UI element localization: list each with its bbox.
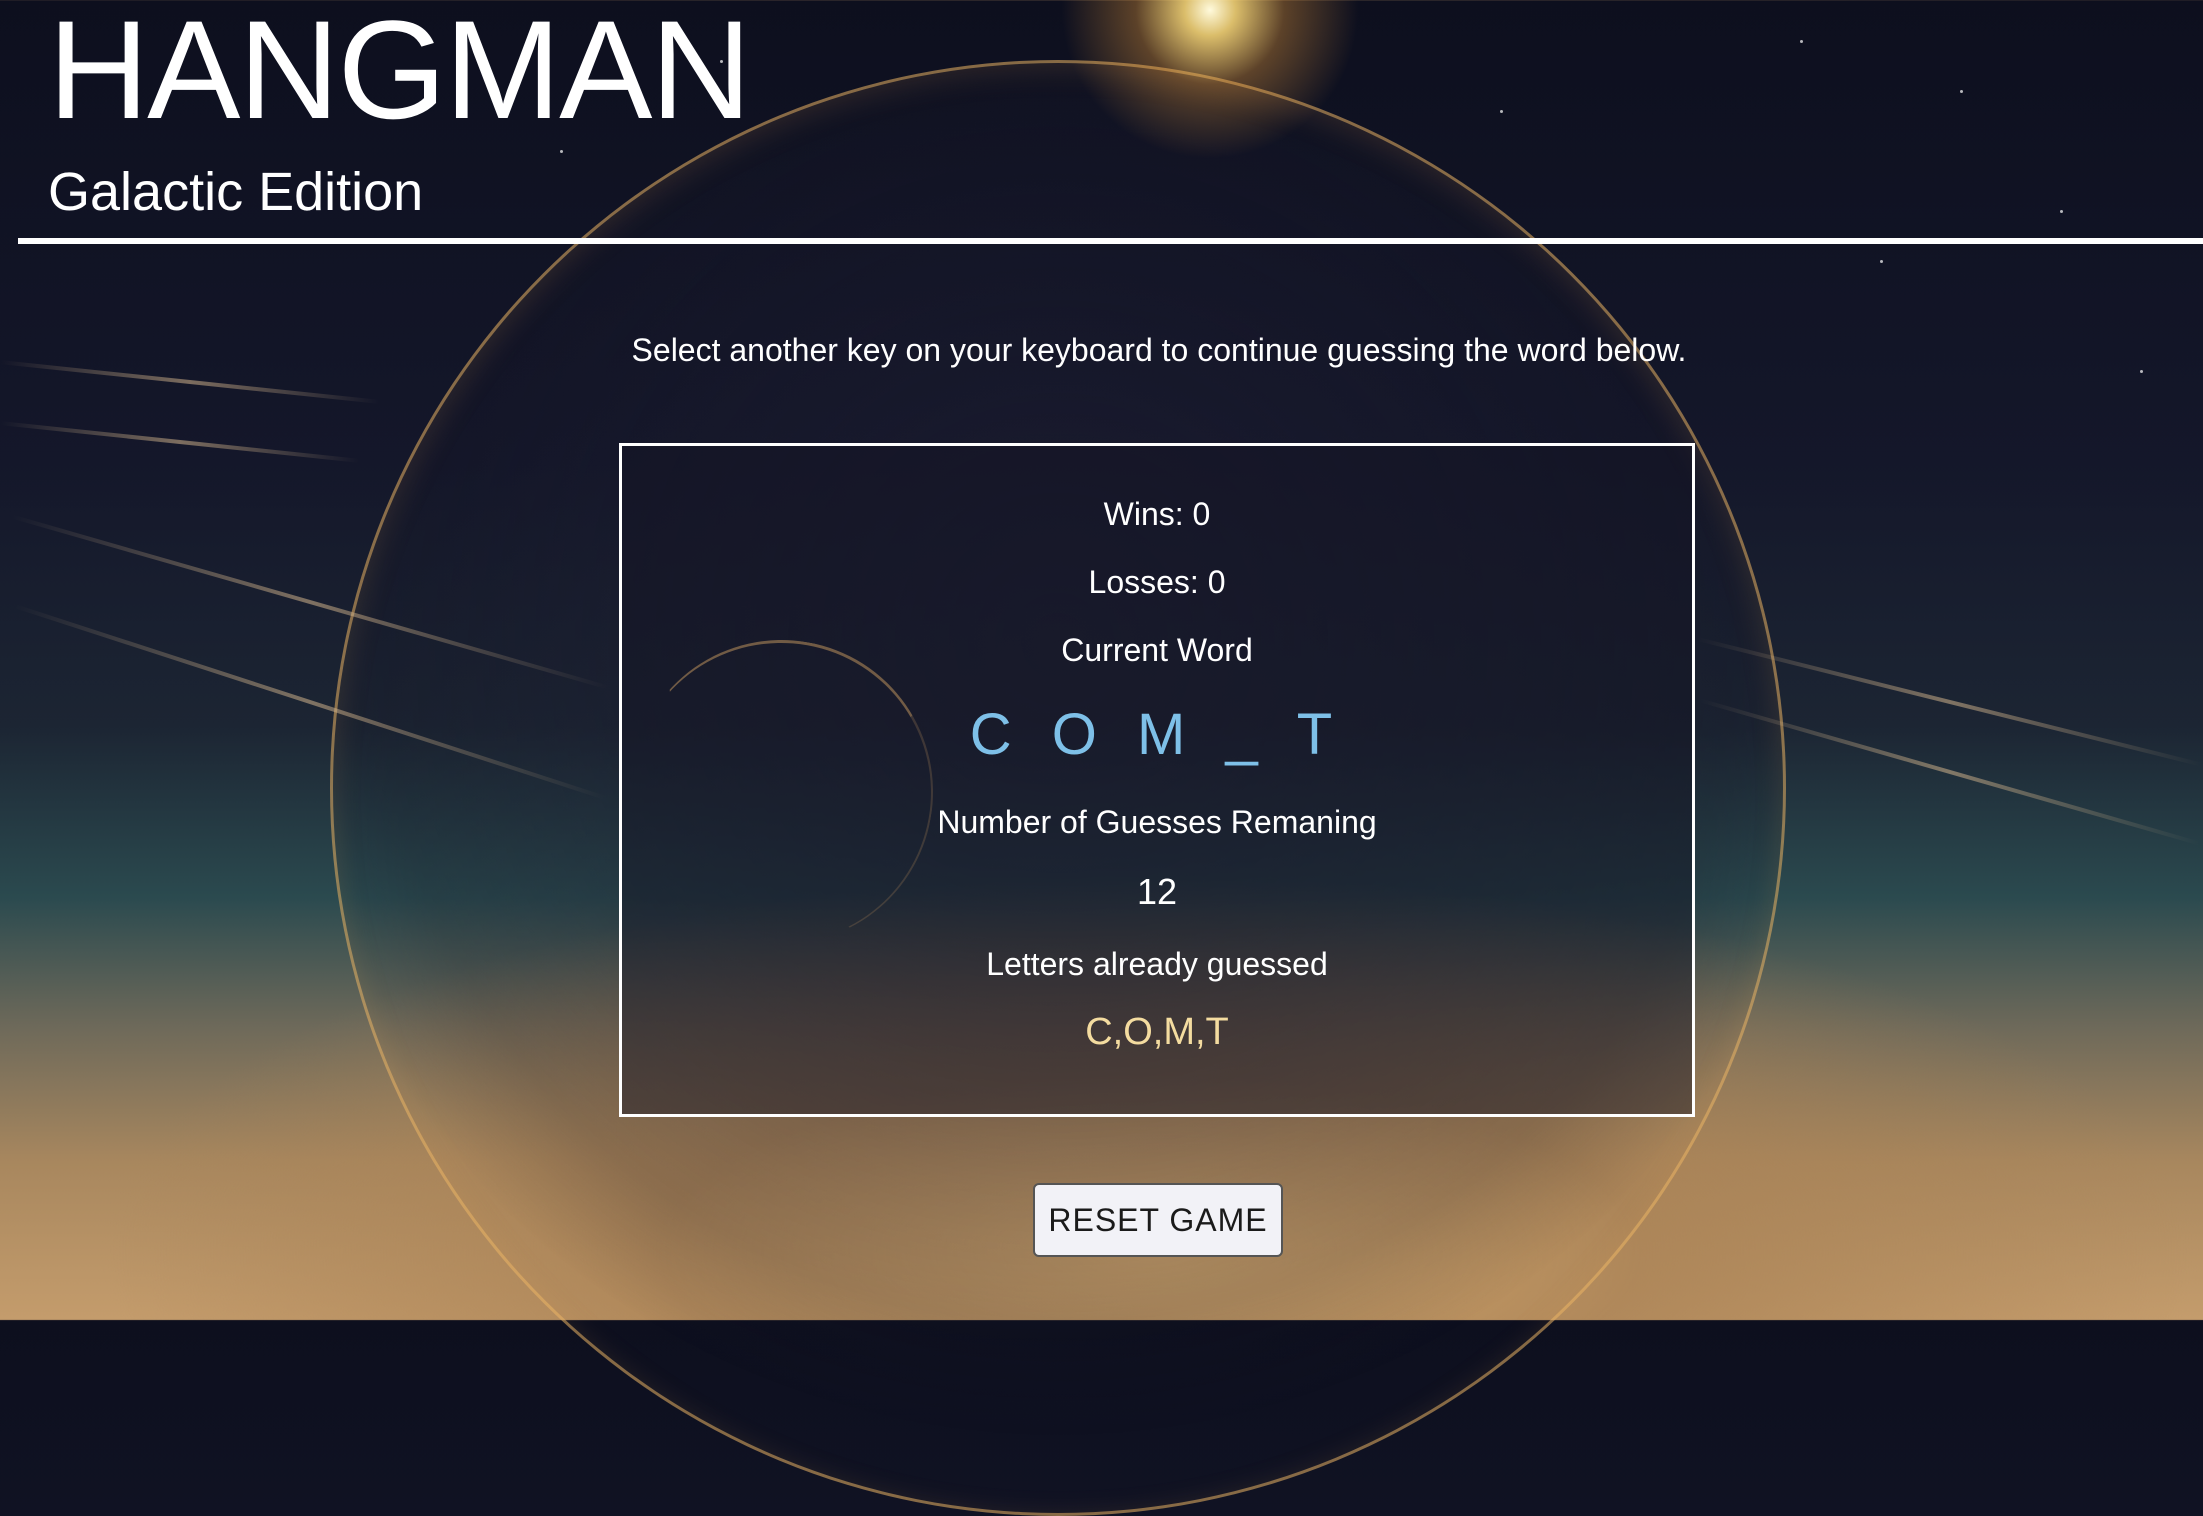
star	[1880, 260, 1883, 263]
planet-ring	[14, 604, 606, 800]
star	[2140, 370, 2143, 373]
star	[1960, 90, 1963, 93]
star	[560, 150, 563, 153]
instructions-text: Select another key on your keyboard to c…	[631, 332, 1687, 368]
wins-counter: Wins: 0	[1103, 496, 1211, 532]
planet-ring	[11, 514, 609, 690]
letters-guessed: C,O,M,T	[1085, 1011, 1229, 1053]
planet-ring	[0, 360, 380, 404]
star	[1500, 110, 1503, 113]
current-word-label: Current Word	[1061, 632, 1253, 668]
losses-counter: Losses: 0	[1088, 564, 1226, 600]
guesses-remaining-count: 12	[1136, 871, 1178, 912]
game-panel: Wins: 0 Losses: 0 Current Word C O M _ T…	[619, 443, 1695, 1117]
guesses-remaining-label: Number of Guesses Remaning	[937, 804, 1377, 840]
current-word: C O M _ T	[969, 702, 1345, 767]
letters-guessed-label: Letters already guessed	[986, 946, 1328, 982]
sun-flare	[1060, 0, 1360, 160]
reset-game-button[interactable]: RESET GAME	[1033, 1183, 1283, 1257]
planet-ring	[1699, 698, 2201, 846]
game-title: HANGMAN	[48, 0, 752, 148]
planet-ring	[1697, 637, 2203, 767]
planet-ring	[0, 421, 360, 463]
star	[1800, 40, 1803, 43]
star	[2060, 210, 2063, 213]
header-divider	[18, 238, 2203, 244]
game-subtitle: Galactic Edition	[48, 162, 424, 222]
